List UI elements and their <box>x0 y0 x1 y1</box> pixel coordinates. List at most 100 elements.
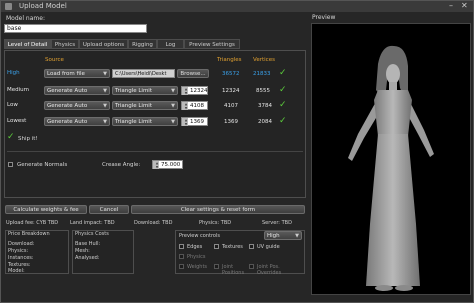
lod-medium-source-select[interactable]: Generate Auto ▼ <box>44 86 110 95</box>
lod-high-vertices: 21833 <box>253 71 271 77</box>
physics-costs-title: Physics Costs <box>75 231 109 237</box>
physics-checkbox <box>179 254 184 259</box>
checkmark-icon: ✓ <box>279 116 287 126</box>
weights-label: Weights <box>187 264 208 270</box>
calculate-weights-button[interactable]: Calculate weights & fee <box>5 205 87 214</box>
preview-label: Preview <box>312 14 336 21</box>
lod-medium-method-value: Triangle Limit <box>115 88 152 94</box>
lod-lowest-method-value: Triangle Limit <box>115 119 152 125</box>
upload-model-window: Upload Model – ✕ Model name: base Level … <box>0 0 474 303</box>
lod-medium-triangles: 12324 <box>222 88 240 94</box>
browse-button[interactable]: Browse... <box>177 69 209 78</box>
model-name-field[interactable]: base <box>4 24 147 33</box>
lod-low-source-select[interactable]: Generate Auto ▼ <box>44 101 110 110</box>
checkmark-icon: ✓ <box>279 85 287 95</box>
lod-low-limit-stepper[interactable]: 4108 <box>181 101 208 110</box>
lod-label-low: Low <box>7 102 18 108</box>
chevron-down-icon: ▼ <box>103 88 107 94</box>
physics-item-mesh: Mesh: <box>75 248 90 254</box>
generate-normals-label: Generate Normals <box>17 162 68 168</box>
chevron-down-icon: ▼ <box>103 119 107 125</box>
triangles-header: Triangles <box>217 57 242 63</box>
divider <box>7 151 303 152</box>
title-bar[interactable] <box>1 1 473 12</box>
preview-quality-value: High <box>267 233 280 239</box>
download-text: Download: TBD <box>134 220 173 226</box>
lod-high-file-path[interactable]: C:\Users\Heidi\Deskt <box>112 69 175 78</box>
crease-angle-stepper[interactable]: 75.000 <box>152 160 183 169</box>
lod-medium-limit-stepper[interactable]: 12324 <box>181 86 208 95</box>
lod-high-source-select[interactable]: Load from file ▼ <box>44 69 110 78</box>
window-title: Upload Model <box>19 2 67 10</box>
lod-medium-source-value: Generate Auto <box>47 88 88 94</box>
lod-low-source-value: Generate Auto <box>47 103 88 109</box>
preview-controls-title: Preview controls <box>179 233 220 239</box>
price-item-physics: Physics: <box>8 248 29 254</box>
price-breakdown-title: Price Breakdown <box>8 231 50 237</box>
window-icon <box>5 3 12 10</box>
joint-pos-overrides-checkbox <box>249 264 254 269</box>
physics-preview-label: Physics <box>187 254 206 260</box>
lod-medium-method-select[interactable]: Triangle Limit ▼ <box>112 86 178 95</box>
preview-viewport[interactable] <box>311 23 471 295</box>
source-header: Source <box>45 57 64 63</box>
lod-low-method-select[interactable]: Triangle Limit ▼ <box>112 101 178 110</box>
chevron-down-icon: ▼ <box>103 71 107 77</box>
upload-fee-text: Upload fee: CYB TBD <box>6 220 59 226</box>
tab-level-of-detail[interactable]: Level of Detail <box>4 39 51 49</box>
server-text: Server: TBD <box>262 220 292 226</box>
land-impact-text: Land impact: TBD <box>70 220 115 226</box>
chevron-down-icon: ▼ <box>171 119 175 125</box>
tab-upload-options[interactable]: Upload options <box>79 39 128 49</box>
lod-label-medium: Medium <box>7 87 29 93</box>
cancel-button[interactable]: Cancel <box>89 205 129 214</box>
physics-item-base-hull: Base Hull: <box>75 241 101 247</box>
lod-medium-vertices: 8555 <box>256 88 270 94</box>
ship-it-check-icon: ✓ <box>7 132 15 142</box>
price-item-instances: Instances: <box>8 255 34 261</box>
chevron-down-icon: ▼ <box>103 103 107 109</box>
preview-quality-select[interactable]: High ▼ <box>264 231 302 240</box>
physics-text: Physics: TBD <box>199 220 232 226</box>
lod-lowest-vertices: 2084 <box>258 119 272 125</box>
joint-positions-label: Joint Positions <box>222 264 245 276</box>
lod-label-lowest: Lowest <box>7 118 27 124</box>
lod-low-method-value: Triangle Limit <box>115 103 152 109</box>
textures-checkbox[interactable] <box>214 244 219 249</box>
lod-low-triangles: 4107 <box>224 103 238 109</box>
edges-checkbox[interactable] <box>179 244 184 249</box>
lod-low-vertices: 3784 <box>258 103 272 109</box>
lod-lowest-triangles: 1369 <box>224 119 238 125</box>
vertices-header: Vertices <box>253 57 275 63</box>
tab-rigging[interactable]: Rigging <box>128 39 157 49</box>
uv-guide-checkbox[interactable] <box>249 244 254 249</box>
lod-lowest-limit-stepper[interactable]: 1369 <box>181 117 208 126</box>
checkmark-icon: ✓ <box>279 68 287 78</box>
tab-preview-settings[interactable]: Preview Settings <box>184 39 240 49</box>
joint-pos-overrides-label: Joint Pos. Overrides <box>257 264 282 276</box>
price-item-model: Model: <box>8 268 25 274</box>
lod-lowest-method-select[interactable]: Triangle Limit ▼ <box>112 117 178 126</box>
close-icon[interactable]: ✕ <box>461 1 468 10</box>
price-item-download: Download: <box>8 241 35 247</box>
weights-checkbox <box>179 264 184 269</box>
edges-label: Edges <box>187 244 203 250</box>
generate-normals-checkbox[interactable] <box>8 162 13 167</box>
crease-angle-label: Crease Angle: <box>102 162 141 168</box>
lod-label-high: High <box>7 70 20 76</box>
clear-settings-button[interactable]: Clear settings & reset form <box>131 205 305 214</box>
tab-log[interactable]: Log <box>157 39 184 49</box>
lod-high-triangles: 36572 <box>222 71 240 77</box>
physics-item-analysed: Analysed: <box>75 255 100 261</box>
model-preview-figure <box>348 45 434 291</box>
lod-lowest-source-select[interactable]: Generate Auto ▼ <box>44 117 110 126</box>
chevron-down-icon: ▼ <box>171 103 175 109</box>
joint-positions-checkbox <box>214 264 219 269</box>
model-name-label: Model name: <box>6 15 45 22</box>
uv-guide-label: UV guide <box>257 244 280 250</box>
chevron-down-icon: ▼ <box>171 88 175 94</box>
lod-lowest-source-value: Generate Auto <box>47 119 88 125</box>
minimize-icon[interactable]: – <box>449 1 453 10</box>
tab-physics[interactable]: Physics <box>51 39 79 49</box>
chevron-down-icon: ▼ <box>295 233 299 239</box>
